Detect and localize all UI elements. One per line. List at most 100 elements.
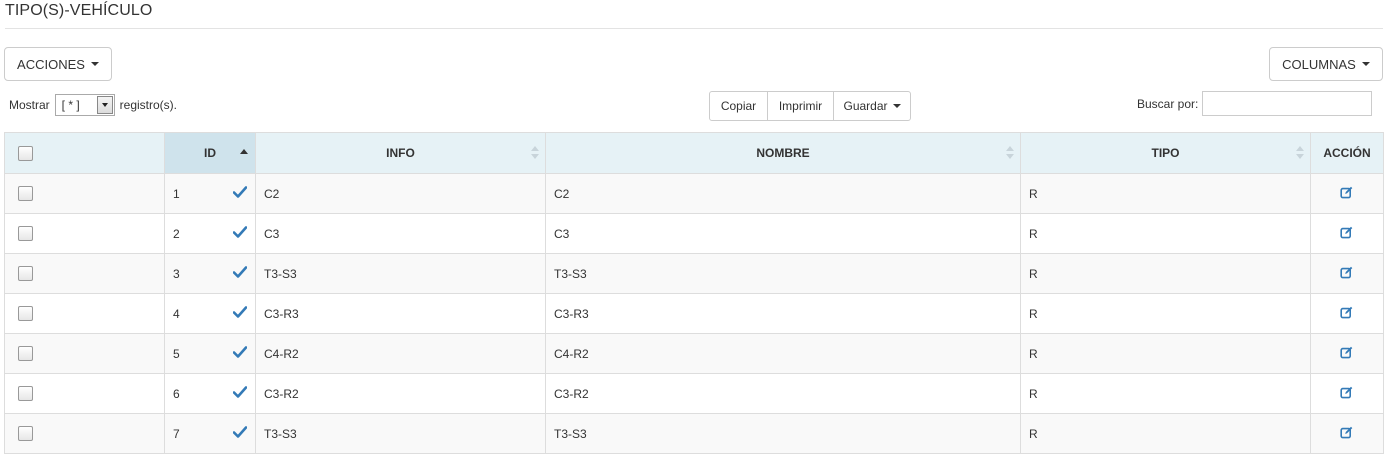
edit-icon[interactable] (1340, 346, 1353, 362)
edit-icon[interactable] (1340, 426, 1353, 442)
sort-icon (531, 146, 539, 160)
page-length-value: [ * ] (61, 98, 80, 112)
check-icon (232, 346, 248, 361)
tipo-cell: R (1020, 373, 1311, 414)
table-row[interactable]: 2 C3 C3 R (4, 213, 1384, 254)
row-checkbox[interactable] (18, 426, 33, 442)
row-checkbox[interactable] (18, 346, 33, 362)
edit-icon[interactable] (1340, 226, 1353, 242)
table-row[interactable]: 7 T3-S3 T3-S3 R (4, 413, 1384, 454)
row-select-cell (4, 333, 165, 374)
nombre-cell: C3-R2 (545, 373, 1021, 414)
table-header-row: ID INFO NOMBRE TIPO ACCIÓN (4, 132, 1384, 174)
column-header-id[interactable]: ID (164, 132, 256, 174)
check-icon (232, 426, 248, 441)
id-value: 2 (173, 226, 180, 241)
id-value: 5 (173, 346, 180, 361)
id-value: 4 (173, 306, 180, 321)
title-divider (5, 28, 1383, 29)
mostrar-label: Mostrar (9, 98, 50, 112)
row-checkbox[interactable] (18, 386, 33, 402)
row-select-cell (4, 213, 165, 254)
column-header-id-label: ID (204, 146, 216, 160)
id-value: 7 (173, 426, 180, 441)
row-checkbox[interactable] (18, 186, 33, 202)
dropdown-arrow-icon[interactable] (96, 96, 113, 114)
column-header-info[interactable]: INFO (255, 132, 546, 174)
row-checkbox[interactable] (18, 226, 33, 242)
table-row[interactable]: 5 C4-R2 C4-R2 R (4, 333, 1384, 374)
id-cell: 7 (164, 413, 256, 454)
acciones-label: ACCIONES (17, 56, 85, 72)
row-select-cell (4, 413, 165, 454)
caret-down-icon (90, 62, 99, 66)
check-icon (232, 266, 248, 281)
search-control: Buscar por: (1137, 91, 1373, 116)
row-checkbox[interactable] (18, 306, 33, 322)
row-select-cell (4, 373, 165, 414)
table-row[interactable]: 1 C2 C2 R (4, 173, 1384, 214)
accion-cell (1310, 293, 1384, 334)
guardar-button[interactable]: Guardar (833, 91, 911, 121)
nombre-cell: C3-R3 (545, 293, 1021, 334)
search-input[interactable] (1202, 91, 1373, 116)
table-row[interactable]: 3 T3-S3 T3-S3 R (4, 253, 1384, 294)
buscar-label: Buscar por: (1137, 96, 1199, 111)
tipo-cell: R (1020, 413, 1311, 454)
copiar-label: Copiar (720, 99, 757, 113)
info-cell: C3-R3 (255, 293, 546, 334)
id-cell: 5 (164, 333, 256, 374)
registros-label: registro(s). (119, 98, 178, 112)
columnas-button[interactable]: COLUMNAS (1269, 47, 1383, 81)
column-header-accion: ACCIÓN (1310, 132, 1384, 174)
edit-icon[interactable] (1340, 266, 1353, 282)
id-cell: 4 (164, 293, 256, 334)
select-all-header (4, 132, 165, 174)
caret-down-icon (1361, 62, 1370, 66)
nombre-cell: T3-S3 (545, 253, 1021, 294)
export-button-group: Copiar Imprimir Guardar (709, 91, 911, 121)
info-cell: T3-S3 (255, 413, 546, 454)
id-cell: 2 (164, 213, 256, 254)
page-length-control: Mostrar [ * ] registro(s). (9, 93, 177, 117)
accion-cell (1310, 413, 1384, 454)
tipo-cell: R (1020, 253, 1311, 294)
column-header-tipo-label: TIPO (1151, 146, 1180, 160)
vehicle-types-table: ID INFO NOMBRE TIPO ACCIÓN 1 C2 C2 R 2 C3 C3 R 3… (4, 132, 1384, 454)
sort-ascending-icon (240, 149, 248, 154)
check-icon (232, 306, 248, 321)
accion-cell (1310, 373, 1384, 414)
nombre-cell: T3-S3 (545, 413, 1021, 454)
row-checkbox[interactable] (18, 266, 33, 282)
accion-cell (1310, 173, 1384, 214)
table-row[interactable]: 6 C3-R2 C3-R2 R (4, 373, 1384, 414)
edit-icon[interactable] (1340, 186, 1353, 202)
sort-icon (1296, 146, 1304, 160)
row-select-cell (4, 173, 165, 214)
select-all-checkbox[interactable] (18, 145, 33, 161)
row-select-cell (4, 293, 165, 334)
table-body: 1 C2 C2 R 2 C3 C3 R 3 T3-S3 T3-S3 R 4 C3-R3 C3-R3 R 5 C4-… (4, 173, 1384, 454)
accion-cell (1310, 253, 1384, 294)
edit-icon[interactable] (1340, 306, 1353, 322)
column-header-tipo[interactable]: TIPO (1020, 132, 1311, 174)
edit-icon[interactable] (1340, 386, 1353, 402)
tipo-cell: R (1020, 333, 1311, 374)
column-header-nombre[interactable]: NOMBRE (545, 132, 1021, 174)
row-select-cell (4, 253, 165, 294)
tipo-cell: R (1020, 173, 1311, 214)
info-cell: C2 (255, 173, 546, 214)
check-icon (232, 386, 248, 401)
check-icon (232, 186, 248, 201)
acciones-button[interactable]: ACCIONES (4, 47, 112, 81)
id-cell: 6 (164, 373, 256, 414)
check-icon (232, 226, 248, 241)
copiar-button[interactable]: Copiar (709, 91, 768, 121)
nombre-cell: C3 (545, 213, 1021, 254)
tipo-cell: R (1020, 213, 1311, 254)
page-length-select[interactable]: [ * ] (54, 94, 115, 116)
id-value: 1 (173, 186, 180, 201)
imprimir-button[interactable]: Imprimir (767, 91, 834, 121)
nombre-cell: C2 (545, 173, 1021, 214)
table-row[interactable]: 4 C3-R3 C3-R3 R (4, 293, 1384, 334)
